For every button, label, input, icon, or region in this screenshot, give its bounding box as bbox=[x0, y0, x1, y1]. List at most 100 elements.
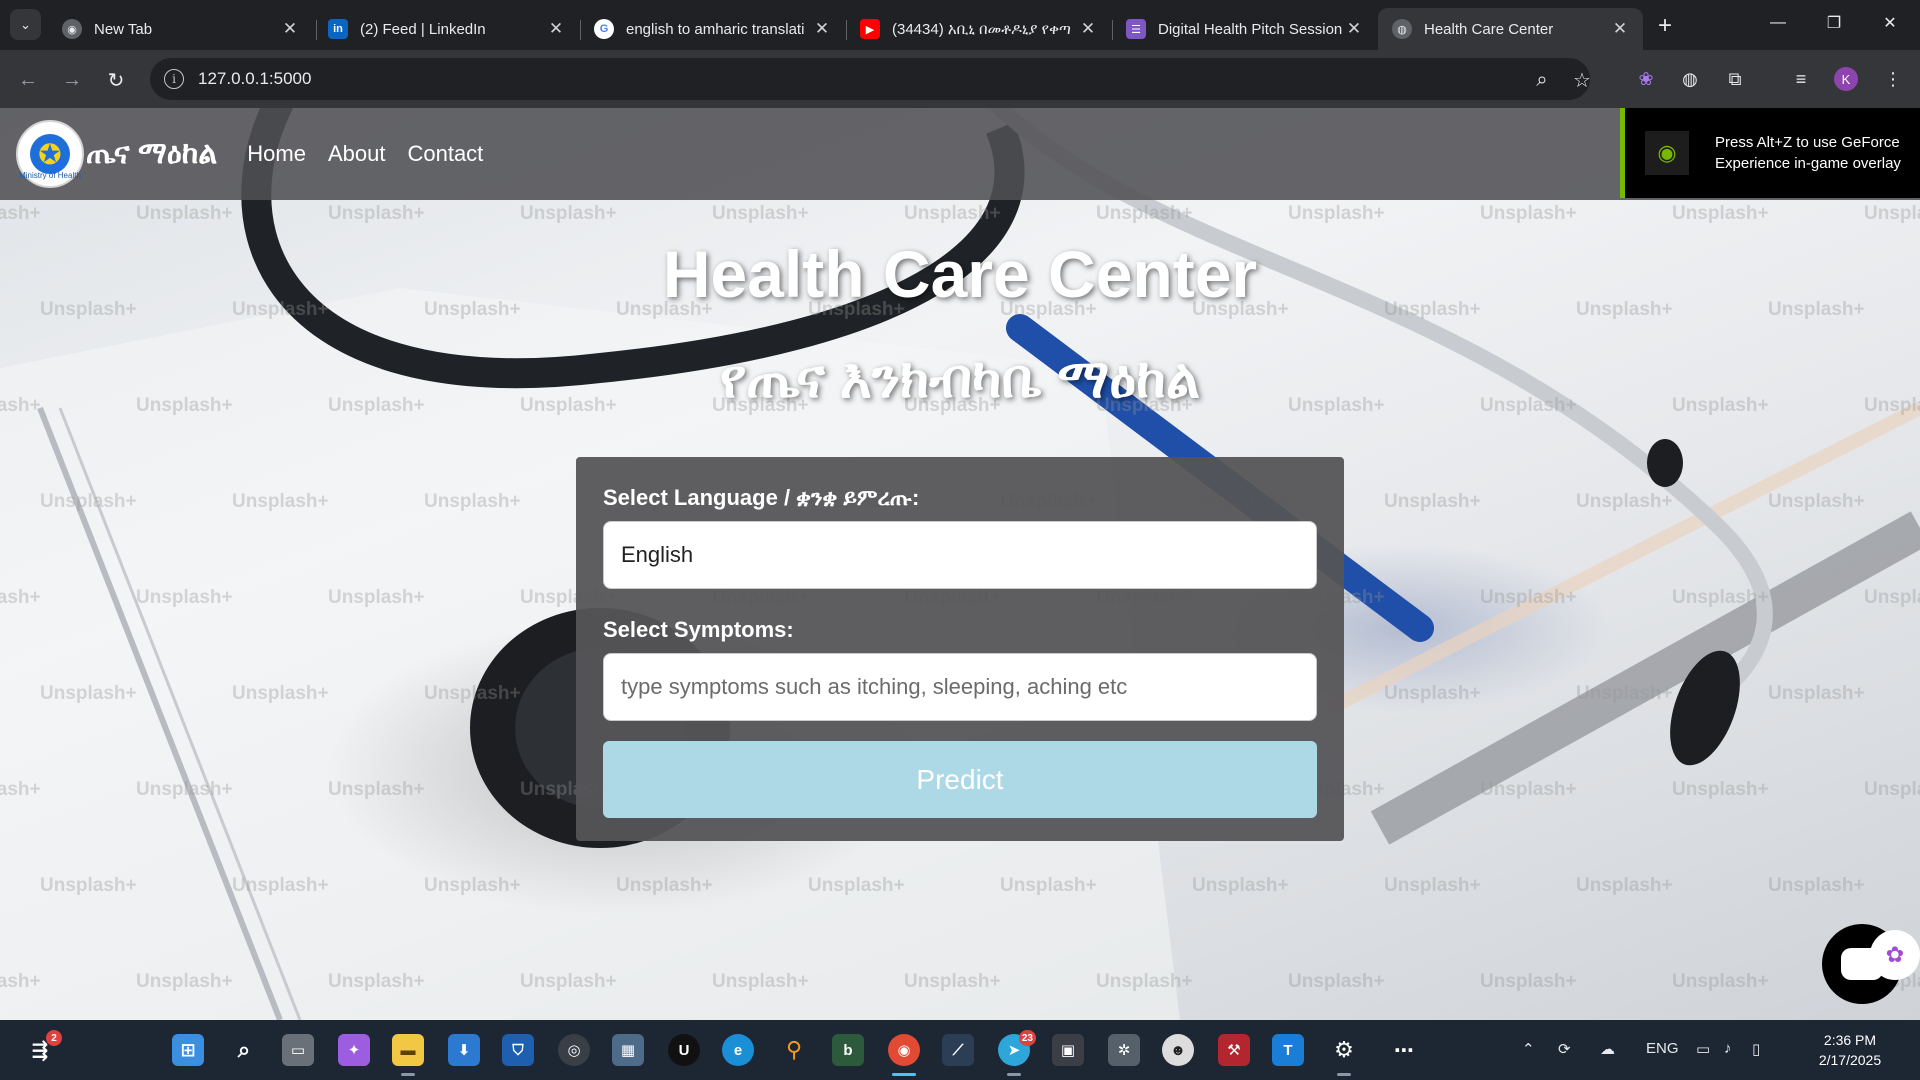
gear-icon[interactable]: ⚙ bbox=[1328, 1034, 1360, 1076]
predict-button[interactable]: Predict bbox=[603, 741, 1317, 818]
close-icon[interactable]: ✕ bbox=[545, 18, 567, 40]
tab-title: english to amharic translati bbox=[626, 20, 805, 38]
notification-badge: 2 bbox=[46, 1030, 62, 1046]
file-explorer-icon[interactable]: ▬ bbox=[392, 1034, 424, 1076]
clock-date: 2/17/2025 bbox=[1818, 1052, 1882, 1068]
typora-icon[interactable]: T bbox=[1272, 1034, 1304, 1066]
address-bar[interactable]: i 127.0.0.1:5000 bbox=[150, 58, 1590, 100]
screen-app-icon[interactable]: ▦ bbox=[612, 1034, 644, 1066]
new-tab-button[interactable]: + bbox=[1652, 12, 1678, 39]
tab-title: Health Care Center bbox=[1424, 20, 1554, 38]
notifications-icon[interactable]: ⇶ 2 bbox=[24, 1030, 62, 1066]
task-view-icon[interactable]: ▭ bbox=[282, 1034, 314, 1066]
nav-link-about[interactable]: About bbox=[328, 141, 386, 167]
close-window-button[interactable]: ✕ bbox=[1862, 0, 1918, 46]
tab-title: Digital Health Pitch Session bbox=[1158, 20, 1343, 38]
tab-search-button[interactable]: ⌄ bbox=[10, 9, 41, 40]
chrome-taskbar-icon[interactable]: ◉ bbox=[888, 1034, 920, 1076]
restore-icon: ❐ bbox=[1826, 15, 1842, 32]
chevron-up-icon[interactable]: ⌃ bbox=[1522, 1040, 1535, 1058]
tab-title: (34434) አቢኒ በመቶዶኒያ የቀጣ bbox=[892, 20, 1071, 38]
nvidia-icon: ◉ bbox=[1645, 131, 1689, 175]
reload-button[interactable]: ↻ bbox=[102, 66, 130, 94]
bookmark-star-icon[interactable]: ☆ bbox=[1570, 68, 1594, 92]
tab-title: (2) Feed | LinkedIn bbox=[360, 20, 486, 38]
url-text: 127.0.0.1:5000 bbox=[198, 69, 312, 88]
nav-link-home[interactable]: Home bbox=[247, 141, 306, 167]
profile-avatar[interactable]: K bbox=[1834, 67, 1858, 91]
linkedin-icon: in bbox=[328, 19, 348, 39]
close-icon[interactable]: ✕ bbox=[811, 18, 833, 40]
windows-start-icon[interactable]: ⊞ bbox=[172, 1034, 204, 1066]
obs-icon[interactable]: ◎ bbox=[558, 1034, 590, 1066]
tab-linkedin[interactable]: in (2) Feed | LinkedIn ✕ bbox=[314, 8, 579, 50]
restore-button[interactable]: ❐ bbox=[1806, 0, 1862, 46]
chrome-icon: ◉ bbox=[62, 19, 82, 39]
battery-icon[interactable]: ▯ bbox=[1752, 1040, 1760, 1058]
cloud-icon[interactable]: ☁ bbox=[1600, 1040, 1615, 1058]
close-icon[interactable]: ✕ bbox=[1077, 18, 1099, 40]
windows-security-icon[interactable]: ⛉ bbox=[502, 1034, 534, 1066]
volume-icon[interactable]: ♪ bbox=[1724, 1040, 1732, 1057]
menu-kebab-icon[interactable]: ⋮ bbox=[1880, 66, 1906, 92]
vscode-icon[interactable]: ⟋ bbox=[942, 1034, 974, 1066]
language-select[interactable]: English bbox=[603, 521, 1317, 589]
search-app-icon[interactable]: ⚲ bbox=[778, 1034, 810, 1066]
nav-link-contact[interactable]: Contact bbox=[407, 141, 483, 167]
minimize-button[interactable]: — bbox=[1750, 0, 1806, 46]
forward-button[interactable]: → bbox=[58, 66, 86, 94]
input-language[interactable]: ENG bbox=[1646, 1040, 1679, 1057]
extensions-puzzle-icon[interactable]: ⧉ bbox=[1722, 66, 1748, 92]
system-clock[interactable]: 2:36 PM 2/17/2025 bbox=[1795, 1030, 1905, 1070]
terminal-icon[interactable]: ▣ bbox=[1052, 1034, 1084, 1066]
copilot-icon[interactable]: ✦ bbox=[338, 1034, 370, 1066]
translate-extension-icon[interactable]: ◍ bbox=[1677, 66, 1703, 92]
tab-title: New Tab bbox=[94, 20, 153, 38]
copilot-extension-icon[interactable]: ❀ bbox=[1633, 66, 1659, 92]
arrow-left-icon: ← bbox=[18, 68, 38, 91]
arrow-right-icon: → bbox=[62, 68, 82, 91]
clock-time: 2:36 PM bbox=[1823, 1032, 1877, 1048]
ai-assistant-icon[interactable]: ✿ bbox=[1870, 930, 1920, 980]
sync-icon[interactable]: ⟳ bbox=[1558, 1040, 1571, 1058]
media-control-icon[interactable]: ≡ bbox=[1788, 66, 1814, 92]
more-apps-icon[interactable]: ⋯ bbox=[1388, 1034, 1420, 1066]
toolbox-icon[interactable]: ⚒ bbox=[1218, 1034, 1250, 1066]
close-icon[interactable]: ✕ bbox=[279, 18, 301, 40]
close-icon[interactable]: ✕ bbox=[1343, 18, 1365, 40]
tab-google-translate[interactable]: G english to amharic translati ✕ bbox=[580, 8, 845, 50]
reload-icon: ↻ bbox=[107, 69, 125, 92]
back-button[interactable]: ← bbox=[14, 66, 42, 94]
forms-icon: ☰ bbox=[1126, 19, 1146, 39]
tab-youtube[interactable]: ▶ (34434) አቢኒ በመቶዶኒያ የቀጣ ✕ bbox=[846, 8, 1111, 50]
bluestacks-icon[interactable]: b bbox=[832, 1034, 864, 1066]
page-title-amharic: የጤና እንክብካቤ ማዕከል bbox=[719, 349, 1201, 409]
telegram-icon[interactable]: ➤ 23 bbox=[998, 1030, 1036, 1076]
site-info-icon[interactable]: i bbox=[164, 69, 184, 89]
close-icon[interactable]: ✕ bbox=[1609, 18, 1631, 40]
browser-tab-strip: ⌄ ◉ New Tab ✕ in (2) Feed | LinkedIn ✕ G… bbox=[0, 0, 1920, 50]
ministry-logo[interactable]: ✪ Ministry of Health bbox=[16, 120, 84, 188]
edge-icon[interactable]: e bbox=[722, 1034, 754, 1066]
symptoms-input[interactable] bbox=[603, 653, 1317, 721]
site-brand[interactable]: ጤና ማዕከል bbox=[86, 137, 217, 171]
symptoms-label: Select Symptoms: bbox=[603, 617, 794, 642]
tab-digital-health[interactable]: ☰ Digital Health Pitch Session ✕ bbox=[1112, 8, 1377, 50]
settings-app-icon[interactable]: ✲ bbox=[1108, 1034, 1140, 1066]
page-viewport: Unsplash+Unsplash+Unsplash+Unsplash+Unsp… bbox=[0, 108, 1920, 1020]
page-title: Health Care Center bbox=[662, 237, 1258, 311]
search-icon[interactable]: ⌕ bbox=[228, 1034, 260, 1066]
github-icon[interactable]: ☻ bbox=[1162, 1034, 1194, 1066]
network-icon[interactable]: ▭ bbox=[1696, 1040, 1710, 1058]
telegram-badge: 23 bbox=[1018, 1030, 1036, 1046]
nvidia-toast-text: Press Alt+Z to use GeForce Experience in… bbox=[1715, 134, 1901, 172]
unreal-engine-icon[interactable]: U bbox=[668, 1034, 700, 1066]
prediction-form: Select Language / ቋንቋ ይምረጡ: English Sele… bbox=[576, 457, 1344, 841]
star-emblem-icon: ✪ bbox=[30, 134, 70, 174]
google-icon: G bbox=[594, 19, 614, 39]
tab-new-tab[interactable]: ◉ New Tab ✕ bbox=[48, 8, 313, 50]
download-manager-icon[interactable]: ⬇ bbox=[448, 1034, 480, 1066]
zoom-icon[interactable]: ⌕ bbox=[1530, 68, 1554, 92]
windows-taskbar: ⇶ 2 ⊞ ⌕ ▭ ✦ ▬ ⬇ ⛉ ◎ ▦ U e ⚲ b ◉ ⟋ ➤ 23 ▣… bbox=[0, 1020, 1920, 1080]
tab-health-care-center[interactable]: ◍ Health Care Center ✕ bbox=[1378, 8, 1643, 50]
